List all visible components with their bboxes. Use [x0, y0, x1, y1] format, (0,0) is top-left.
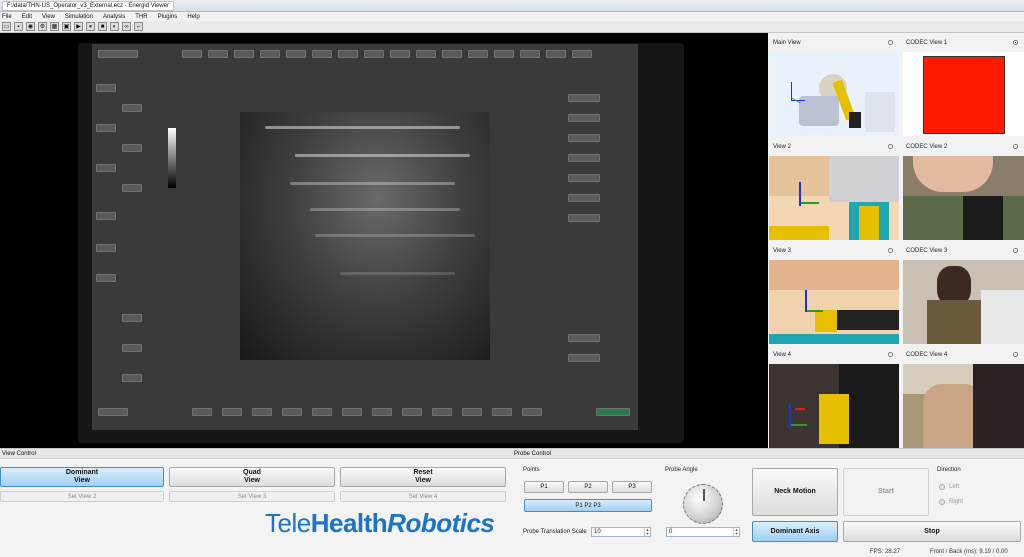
direction-label: Direction [937, 467, 961, 473]
main-view-image[interactable] [769, 52, 899, 136]
menu-help[interactable]: Help [187, 14, 199, 20]
p1-button[interactable]: P1 [524, 481, 564, 493]
menu-plugins[interactable]: Plugins [158, 14, 178, 20]
monitor-icon[interactable]: ▣ [62, 22, 71, 31]
main-view-radio[interactable] [888, 40, 893, 45]
codec-view-2-label: CODEC View 2 [906, 144, 948, 150]
dominant-view-button[interactable]: Dominant View [0, 467, 164, 487]
view-4-label: View 4 [773, 352, 791, 358]
main-view-label: Main View [773, 40, 801, 46]
ultrasound-image [240, 112, 490, 360]
view-3-radio[interactable] [888, 248, 893, 253]
link-icon[interactable]: ∞ [122, 22, 131, 31]
codec-view-2-image[interactable] [903, 156, 1024, 240]
codec-view-4-radio[interactable] [1013, 352, 1018, 357]
probe-control-header: Probe Control [512, 449, 1024, 459]
menu-simulation[interactable]: Simulation [65, 14, 93, 20]
stop-button[interactable]: Stop [843, 521, 1021, 542]
menu-view[interactable]: View [42, 14, 55, 20]
view-2-label: View 2 [773, 144, 791, 150]
menu-thr[interactable]: THR [135, 14, 147, 20]
codec-view-1-radio[interactable] [1013, 40, 1018, 45]
spin-arrows-icon[interactable]: ▲ ▼ [644, 528, 650, 536]
save-icon[interactable]: ▪ [14, 22, 23, 31]
view-2-image[interactable] [769, 156, 899, 240]
codec-view-1-label: CODEC View 1 [906, 40, 948, 46]
menu-analysis[interactable]: Analysis [103, 14, 125, 20]
neck-motion-button[interactable]: Neck Motion [752, 468, 838, 516]
fps-status: FPS: 28.27 [870, 549, 901, 555]
p3-button[interactable]: P3 [612, 481, 652, 493]
codec-view-1-image[interactable] [903, 52, 1024, 136]
camera-icon[interactable]: ◉ [26, 22, 35, 31]
probe-translation-scale-label: Probe Translation Scale [523, 529, 587, 535]
codec-view-3-image[interactable] [903, 260, 1024, 344]
window-titlebar: F:/data/THN-US_Operator_v3_External.ecz … [0, 0, 1024, 12]
front-back-status: Front / Back (ms): 9.19 / 0.00 [930, 549, 1008, 555]
points-label: Points [523, 467, 540, 473]
codec-view-4-image[interactable] [903, 364, 1024, 448]
set-view-2-button[interactable]: Set View 2 [0, 491, 164, 502]
menu-file[interactable]: File [2, 14, 12, 20]
codec-view-3-radio[interactable] [1013, 248, 1018, 253]
right-label: Right [949, 499, 964, 505]
view-4-image[interactable] [769, 364, 899, 448]
left-label: Left [949, 484, 960, 490]
window-tab[interactable]: F:/data/THN-US_Operator_v3_External.ecz … [2, 0, 174, 11]
set-view-4-button[interactable]: Set View 4 [340, 491, 506, 502]
eye-icon[interactable]: ◐ [110, 22, 119, 31]
codec-view-2-radio[interactable] [1013, 144, 1018, 149]
left-radio[interactable] [939, 484, 945, 490]
probe-translation-scale-input[interactable]: 10 ▲ ▼ [591, 527, 651, 537]
open-icon[interactable]: ▭ [2, 22, 11, 31]
view-3-label: View 3 [773, 248, 791, 254]
codec-view-4-label: CODEC View 4 [906, 352, 948, 358]
probe-angle-input[interactable]: 0 ▲ ▼ [666, 527, 740, 537]
right-radio[interactable] [939, 499, 945, 505]
probe-angle-dial[interactable] [683, 484, 723, 524]
probe-angle-label: Probe Angle [665, 467, 698, 473]
view-control-header: View Control [0, 449, 512, 459]
view-2-radio[interactable] [888, 144, 893, 149]
grayscale-bar [168, 128, 176, 188]
menu-bar: File Edit View Simulation Analysis THR P… [0, 12, 1024, 21]
dominant-axis-button[interactable]: Dominant Axis [752, 521, 838, 542]
angle-spin-arrows-icon[interactable]: ▲ ▼ [733, 528, 739, 536]
pause-icon[interactable]: ⏸ [86, 22, 95, 31]
telehealth-robotics-logo: TeleHealthRobotics [265, 508, 495, 538]
toolbar: ▭ ▪ ◉ ⚙ ▦ ▣ ▶ ⏸ ■ ◐ ∞ ⌐ [0, 21, 1024, 33]
view-4-radio[interactable] [888, 352, 893, 357]
tool-icon[interactable]: ⌐ [134, 22, 143, 31]
play-icon[interactable]: ▶ [74, 22, 83, 31]
set-view-3-button[interactable]: Set View 3 [169, 491, 335, 502]
p1-p2-p3-button[interactable]: P1 P2 P3 [524, 499, 652, 512]
reset-view-button[interactable]: Reset View [340, 467, 506, 487]
view-3-image[interactable] [769, 260, 899, 344]
start-button[interactable]: Start [843, 468, 929, 516]
p2-button[interactable]: P2 [568, 481, 608, 493]
settings-icon[interactable]: ⚙ [38, 22, 47, 31]
grid-icon[interactable]: ▦ [50, 22, 59, 31]
quad-view-button[interactable]: Quad View [169, 467, 335, 487]
codec-view-3-label: CODEC View 3 [906, 248, 948, 254]
stop-icon[interactable]: ■ [98, 22, 107, 31]
menu-edit[interactable]: Edit [22, 14, 32, 20]
